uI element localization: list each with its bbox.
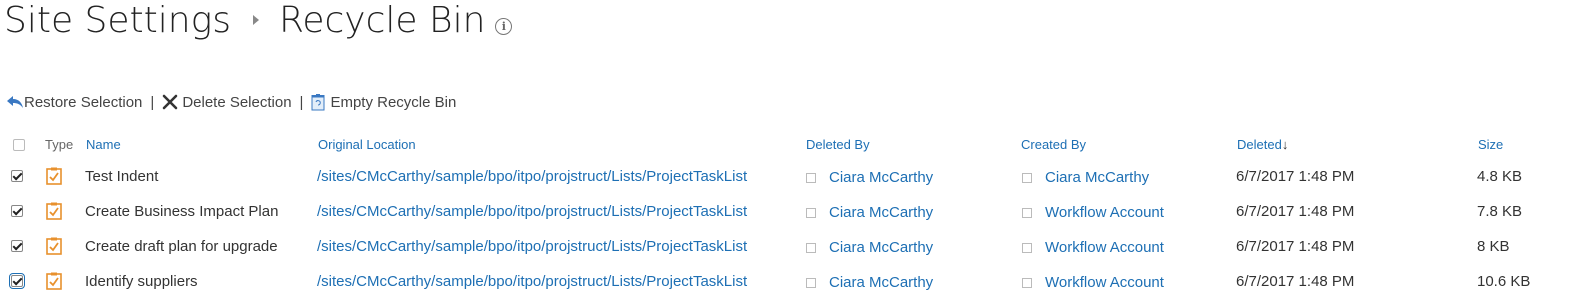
row-deleted-by-link[interactable]: Ciara McCarthy <box>829 204 933 221</box>
empty-recycle-bin-label: Empty Recycle Bin <box>330 93 457 111</box>
presence-indicator <box>806 173 816 183</box>
row-checkbox[interactable] <box>11 240 23 252</box>
column-header-size[interactable]: Size <box>1478 137 1503 152</box>
presence-indicator <box>1022 278 1032 288</box>
row-checkbox[interactable] <box>9 273 25 289</box>
column-header-created-by[interactable]: Created By <box>1021 137 1086 152</box>
presence-indicator <box>806 243 816 253</box>
column-header-type: Type <box>45 137 74 152</box>
task-list-icon <box>46 202 62 220</box>
toolbar-separator: | <box>299 93 304 111</box>
toolbar-separator: | <box>150 93 155 111</box>
toolbar: Restore Selection | Delete Selection | E… <box>6 90 456 114</box>
presence-indicator <box>1022 243 1032 253</box>
row-created-by-link[interactable]: Ciara McCarthy <box>1045 169 1149 186</box>
row-deleted-date: 6/7/2017 1:48 PM <box>1236 238 1355 255</box>
row-original-location-link[interactable]: /sites/CMcCarthy/sample/bpo/itpo/projstr… <box>317 238 747 255</box>
row-original-location-link[interactable]: /sites/CMcCarthy/sample/bpo/itpo/projstr… <box>317 273 747 290</box>
row-original-location-link[interactable]: /sites/CMcCarthy/sample/bpo/itpo/projstr… <box>317 203 747 220</box>
row-size: 7.8 KB <box>1477 203 1523 220</box>
task-list-icon <box>46 237 62 255</box>
breadcrumb-chevron-icon <box>252 15 259 25</box>
row-checkbox[interactable] <box>11 170 23 182</box>
row-size: 4.8 KB <box>1477 168 1523 185</box>
row-created-by-link[interactable]: Workflow Account <box>1045 204 1164 221</box>
row-deleted-by-link[interactable]: Ciara McCarthy <box>829 274 933 291</box>
select-all-checkbox[interactable] <box>13 139 25 151</box>
row-original-location-link[interactable]: /sites/CMcCarthy/sample/bpo/itpo/projstr… <box>317 168 747 185</box>
page-title-text: Recycle Bin <box>278 0 486 41</box>
x-icon <box>163 94 178 110</box>
task-list-icon <box>46 272 62 290</box>
presence-indicator <box>1022 173 1032 183</box>
breadcrumb-site-settings[interactable]: Site Settings <box>4 0 231 41</box>
sort-descending-icon: ↓ <box>1281 137 1289 152</box>
row-name: Create draft plan for upgrade <box>85 238 278 255</box>
delete-selection-button[interactable]: Delete Selection <box>162 93 292 111</box>
row-deleted-by-link[interactable]: Ciara McCarthy <box>829 169 933 186</box>
delete-selection-label: Delete Selection <box>182 93 292 111</box>
undo-arrow-icon <box>7 96 23 108</box>
presence-indicator <box>1022 208 1032 218</box>
row-deleted-by-link[interactable]: Ciara McCarthy <box>829 239 933 256</box>
task-list-icon <box>46 167 62 185</box>
row-name: Test Indent <box>85 168 159 185</box>
restore-selection-label: Restore Selection <box>24 93 143 111</box>
recycle-bin-icon <box>311 93 325 110</box>
column-header-deleted-label: Deleted <box>1237 137 1282 152</box>
column-header-original-location[interactable]: Original Location <box>318 137 416 152</box>
presence-indicator <box>806 278 816 288</box>
row-checkbox[interactable] <box>11 205 23 217</box>
row-name: Identify suppliers <box>85 273 198 290</box>
presence-indicator <box>806 208 816 218</box>
row-created-by-link[interactable]: Workflow Account <box>1045 239 1164 256</box>
restore-selection-button[interactable]: Restore Selection <box>6 94 142 111</box>
info-icon[interactable]: i <box>495 17 513 35</box>
page-title: Site Settings Recycle Bin i <box>4 0 513 44</box>
row-deleted-date: 6/7/2017 1:48 PM <box>1236 273 1355 290</box>
column-header-deleted[interactable]: Deleted↓ <box>1237 137 1288 152</box>
column-header-name[interactable]: Name <box>86 137 121 152</box>
row-deleted-date: 6/7/2017 1:48 PM <box>1236 203 1355 220</box>
column-header-deleted-by[interactable]: Deleted By <box>806 137 870 152</box>
empty-recycle-bin-button[interactable]: Empty Recycle Bin <box>311 93 457 111</box>
row-size: 8 KB <box>1477 238 1510 255</box>
row-created-by-link[interactable]: Workflow Account <box>1045 274 1164 291</box>
row-deleted-date: 6/7/2017 1:48 PM <box>1236 168 1355 185</box>
row-name: Create Business Impact Plan <box>85 203 279 220</box>
row-size: 10.6 KB <box>1477 273 1531 290</box>
